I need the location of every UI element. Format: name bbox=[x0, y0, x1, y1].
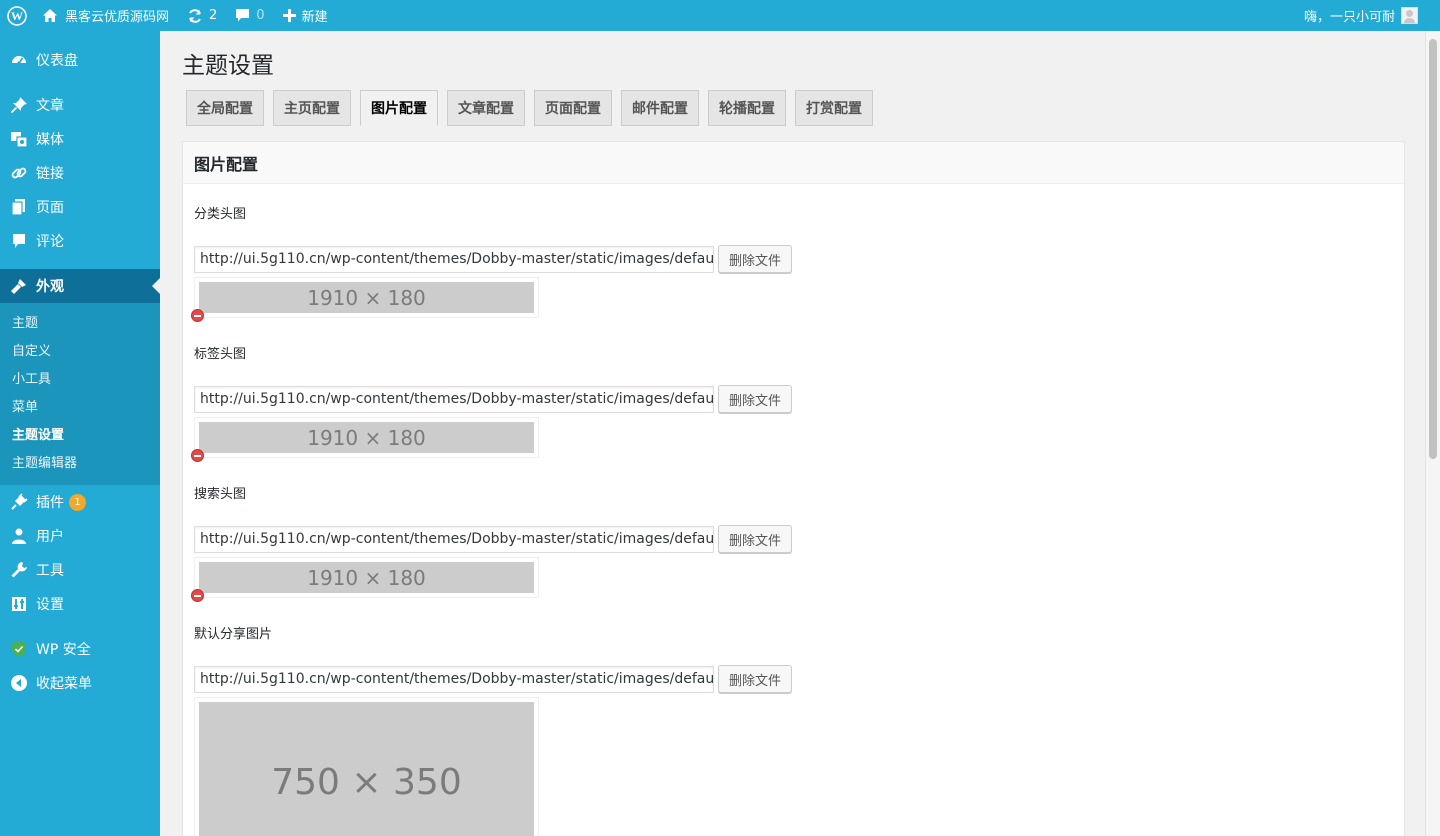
remove-icon[interactable] bbox=[191, 589, 204, 602]
field-category-banner: 分类头图 http://ui.5g110.cn/wp-content/theme… bbox=[191, 205, 793, 322]
field-search-banner: 搜索头图 http://ui.5g110.cn/wp-content/theme… bbox=[191, 485, 793, 602]
link-icon bbox=[10, 164, 28, 182]
menu-tools[interactable]: 工具 bbox=[0, 553, 160, 587]
tab-posts[interactable]: 文章配置 bbox=[447, 90, 525, 126]
preview-placeholder: 1910 × 180 bbox=[199, 562, 534, 593]
menu-users[interactable]: 用户 bbox=[0, 519, 160, 553]
menu-wp-security[interactable]: WP 安全 bbox=[0, 632, 160, 666]
tab-donate[interactable]: 打赏配置 bbox=[795, 90, 873, 126]
media-icon bbox=[10, 130, 28, 148]
image-preview: 1910 × 180 bbox=[191, 557, 539, 602]
plus-icon bbox=[282, 9, 296, 22]
preview-placeholder: 1910 × 180 bbox=[199, 282, 534, 313]
menu-pages[interactable]: 页面 bbox=[0, 190, 160, 224]
preview-placeholder: 750 × 350 bbox=[199, 702, 534, 836]
field-default-share-image: 默认分享图片 http://ui.5g110.cn/wp-content/the… bbox=[194, 625, 793, 836]
collapse-menu-button[interactable]: 收起菜单 bbox=[0, 666, 160, 700]
image-url-input[interactable]: http://ui.5g110.cn/wp-content/themes/Dob… bbox=[194, 385, 714, 413]
scrollbar-thumb[interactable] bbox=[1429, 39, 1437, 459]
submenu-widgets[interactable]: 小工具 bbox=[0, 366, 160, 394]
submenu-theme-editor[interactable]: 主题编辑器 bbox=[0, 450, 160, 478]
appearance-submenu: 主题 自定义 小工具 菜单 主题设置 主题编辑器 bbox=[0, 303, 160, 485]
account-menu[interactable]: 嗨，一只小可耐 bbox=[1295, 0, 1440, 31]
image-preview: 1910 × 180 bbox=[191, 417, 539, 462]
remove-icon[interactable] bbox=[191, 449, 204, 462]
field-label: 分类头图 bbox=[194, 207, 247, 222]
menu-links[interactable]: 链接 bbox=[0, 156, 160, 190]
settings-panel: 图片配置 分类头图 http://ui.5g110.cn/wp-content/… bbox=[182, 141, 1405, 836]
collapse-icon bbox=[10, 674, 28, 692]
user-icon bbox=[10, 527, 28, 545]
settings-icon bbox=[10, 595, 28, 613]
avatar bbox=[1401, 7, 1418, 24]
updates-link[interactable]: 2 bbox=[178, 0, 226, 31]
admin-sidebar: 仪表盘 文章 媒体 链接 页面 评论 外观 主题 自定义 小工具 菜单 主题设置… bbox=[0, 31, 160, 836]
pin-icon bbox=[10, 96, 28, 114]
delete-file-button[interactable]: 删除文件 bbox=[718, 665, 793, 693]
page-icon bbox=[10, 198, 28, 216]
submenu-menus[interactable]: 菜单 bbox=[0, 394, 160, 422]
comment-bubble-icon bbox=[235, 8, 250, 23]
admin-bar: W 黑客云优质源码网 2 0 新建 嗨，一只小可耐 bbox=[0, 0, 1440, 31]
remove-icon[interactable] bbox=[191, 309, 204, 322]
updates-count: 2 bbox=[209, 8, 218, 23]
tab-images[interactable]: 图片配置 bbox=[360, 90, 438, 126]
image-url-input[interactable]: http://ui.5g110.cn/wp-content/themes/Dob… bbox=[194, 525, 714, 553]
home-icon bbox=[42, 8, 58, 23]
preview-placeholder: 1910 × 180 bbox=[199, 422, 534, 453]
site-name: 黑客云优质源码网 bbox=[65, 10, 170, 25]
tab-carousel[interactable]: 轮播配置 bbox=[708, 90, 786, 126]
delete-file-button[interactable]: 删除文件 bbox=[718, 245, 793, 273]
delete-file-button[interactable]: 删除文件 bbox=[718, 385, 793, 413]
greeting: 嗨，一只小可耐 bbox=[1303, 10, 1395, 25]
appearance-icon bbox=[10, 277, 28, 295]
submenu-theme-settings[interactable]: 主题设置 bbox=[0, 422, 160, 450]
submenu-customize[interactable]: 自定义 bbox=[0, 338, 160, 366]
submenu-themes[interactable]: 主题 bbox=[0, 310, 160, 338]
wordpress-logo-icon[interactable]: W bbox=[0, 0, 33, 31]
menu-settings[interactable]: 设置 bbox=[0, 587, 160, 621]
menu-comments[interactable]: 评论 bbox=[0, 224, 160, 258]
field-tag-banner: 标签头图 http://ui.5g110.cn/wp-content/theme… bbox=[191, 345, 793, 462]
comments-link[interactable]: 0 bbox=[226, 0, 273, 31]
tab-home[interactable]: 主页配置 bbox=[273, 90, 351, 126]
panel-title: 图片配置 bbox=[183, 142, 1404, 184]
image-url-input[interactable]: http://ui.5g110.cn/wp-content/themes/Dob… bbox=[194, 665, 714, 693]
menu-appearance[interactable]: 外观 bbox=[0, 269, 160, 303]
plugin-icon bbox=[10, 493, 28, 511]
field-label: 标签头图 bbox=[194, 347, 247, 362]
comment-icon bbox=[10, 232, 28, 250]
menu-dashboard[interactable]: 仪表盘 bbox=[0, 43, 160, 77]
wrench-icon bbox=[10, 561, 28, 579]
svg-text:W: W bbox=[11, 9, 23, 23]
page-title: 主题设置 bbox=[182, 53, 274, 79]
menu-posts[interactable]: 文章 bbox=[0, 88, 160, 122]
dashboard-icon bbox=[10, 51, 28, 69]
image-preview: 750 × 350 bbox=[194, 697, 539, 836]
menu-plugins[interactable]: 插件 1 bbox=[0, 485, 160, 519]
shield-icon bbox=[10, 640, 28, 658]
field-label: 搜索头图 bbox=[194, 487, 247, 502]
updates-icon bbox=[187, 8, 203, 24]
site-name-link[interactable]: 黑客云优质源码网 bbox=[33, 0, 178, 31]
field-label: 默认分享图片 bbox=[194, 627, 273, 642]
tab-pages[interactable]: 页面配置 bbox=[534, 90, 612, 126]
menu-media[interactable]: 媒体 bbox=[0, 122, 160, 156]
image-url-input[interactable]: http://ui.5g110.cn/wp-content/themes/Dob… bbox=[194, 245, 714, 273]
tab-mail[interactable]: 邮件配置 bbox=[621, 90, 699, 126]
tab-global[interactable]: 全局配置 bbox=[186, 90, 264, 126]
new-label: 新建 bbox=[301, 10, 328, 25]
settings-tabs: 全局配置 主页配置 图片配置 文章配置 页面配置 邮件配置 轮播配置 打赏配置 bbox=[186, 90, 882, 126]
page-scrollbar[interactable] bbox=[1425, 31, 1440, 836]
comments-count: 0 bbox=[256, 8, 265, 23]
plugin-update-badge: 1 bbox=[69, 493, 86, 511]
delete-file-button[interactable]: 删除文件 bbox=[718, 525, 793, 553]
new-content-link[interactable]: 新建 bbox=[274, 0, 337, 31]
image-preview: 1910 × 180 bbox=[191, 277, 539, 322]
